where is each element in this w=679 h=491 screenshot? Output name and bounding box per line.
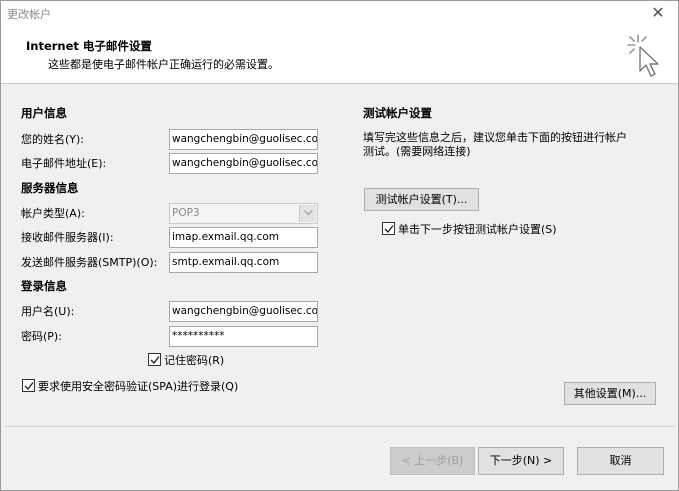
test-description-line2: 测试。(需要网络连接) [363,145,471,158]
spa-label[interactable]: 要求使用安全密码验证(SPA)进行登录(Q) [38,378,238,394]
test-settings-heading: 测试帐户设置 [363,106,432,120]
account-type-label: 帐户类型(A): [21,207,85,220]
username-label: 用户名(U): [21,305,75,318]
incoming-server-label: 接收邮件服务器(I): [21,231,114,244]
account-type-value: POP3 [172,207,200,219]
header-subtitle: 这些都是使电子邮件帐户正确运行的必需设置。 [48,58,279,71]
window-title: 更改帐户 [7,8,51,21]
account-type-select: POP3 [169,203,318,224]
email-label: 电子邮件地址(E): [21,157,107,170]
dialog-header: Internet 电子邮件设置 这些都是使电子邮件帐户正确运行的必需设置。 [1,27,678,84]
checkmark-icon [150,356,160,365]
more-settings-button[interactable]: 其他设置(M)... [564,382,656,405]
login-info-heading: 登录信息 [21,279,67,293]
remember-password-checkbox[interactable] [148,353,161,366]
footer-divider [5,426,675,427]
back-button[interactable]: < 上一步(B) [390,447,475,475]
header-title: Internet 电子邮件设置 [26,39,152,53]
checkmark-icon [24,382,34,391]
checkmark-icon [384,225,394,234]
outgoing-server-label: 发送邮件服务器(SMTP)(O): [21,256,158,269]
change-account-dialog: 更改帐户 ✕ Internet 电子邮件设置 这些都是使电子邮件帐户正确运行的必… [0,0,679,491]
test-account-button[interactable]: 测试帐户设置(T)... [364,188,479,211]
name-label: 您的姓名(Y): [21,133,85,146]
email-field[interactable]: wangchengbin@guolisec.com [169,153,318,174]
cursor-sparkle-icon [627,34,659,77]
password-label: 密码(P): [21,330,62,343]
auto-test-label[interactable]: 单击下一步按钮测试帐户设置(S) [398,221,557,237]
server-info-heading: 服务器信息 [21,181,79,195]
next-button[interactable]: 下一步(N) > [478,447,564,475]
remember-password-label[interactable]: 记住密码(R) [164,352,224,368]
password-field[interactable]: ********** [169,326,318,347]
outgoing-server-field[interactable]: smtp.exmail.qq.com [169,252,318,273]
cancel-button[interactable]: 取消 [577,447,664,475]
spa-checkbox[interactable] [22,379,35,392]
chevron-down-icon [299,205,316,222]
name-field[interactable]: wangchengbin@guolisec.com [169,129,318,150]
incoming-server-field[interactable]: imap.exmail.qq.com [169,227,318,248]
title-bar: 更改帐户 ✕ [1,1,678,27]
close-icon[interactable]: ✕ [648,3,668,23]
username-field[interactable]: wangchengbin@guolisec.com [169,301,318,322]
user-info-heading: 用户信息 [21,106,67,120]
auto-test-checkbox[interactable] [382,222,395,235]
